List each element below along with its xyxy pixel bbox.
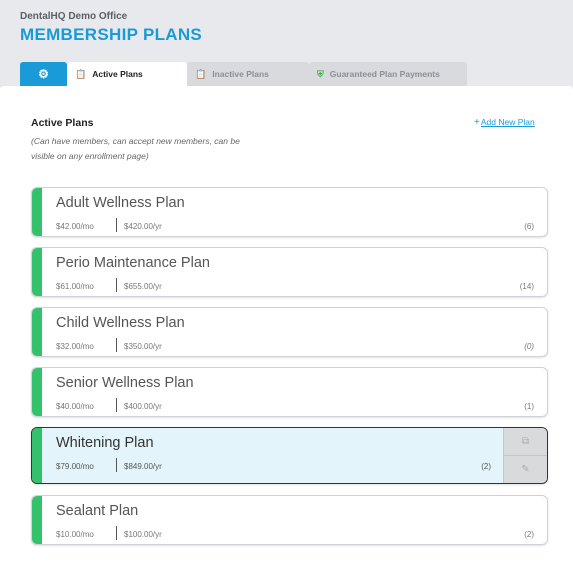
page-header: DentalHQ Demo Office MEMBERSHIP PLANS <box>20 11 202 45</box>
plan-yearly-price: $100.00/yr <box>124 530 162 539</box>
plan-name: Child Wellness Plan <box>56 315 185 331</box>
tab-label: Guaranteed Plan Payments <box>329 69 440 79</box>
tab-bar: ⚙ 📋 Active Plans 📋 Inactive Plans ⛨ Guar… <box>20 62 467 86</box>
copy-button[interactable]: ⧉ <box>504 428 547 456</box>
member-count: (1) <box>524 402 534 411</box>
price-divider <box>116 278 117 292</box>
plan-monthly-price: $61.00/mo <box>56 282 94 291</box>
plan-actions: ⧉ ✎ <box>503 428 547 483</box>
member-count: (14) <box>519 282 534 291</box>
price-divider <box>116 218 117 232</box>
add-new-plan-link[interactable]: +Add New Plan <box>474 117 535 128</box>
add-plan-label: Add New Plan <box>480 117 535 127</box>
plan-card[interactable]: Adult Wellness Plan $42.00/mo $420.00/yr… <box>31 187 548 237</box>
plan-card[interactable]: Perio Maintenance Plan $61.00/mo $655.00… <box>31 247 548 297</box>
plan-yearly-price: $350.00/yr <box>124 342 162 351</box>
plan-yearly-price: $400.00/yr <box>124 402 162 411</box>
member-count: (6) <box>524 222 534 231</box>
tab-inactive-plans[interactable]: 📋 Inactive Plans <box>187 62 309 86</box>
tab-guaranteed-payments[interactable]: ⛨ Guaranteed Plan Payments <box>309 62 467 86</box>
status-bar <box>32 496 42 544</box>
plan-card-selected[interactable]: Whitening Plan $79.00/mo $849.00/yr (2) … <box>31 427 548 484</box>
price-divider <box>116 526 117 540</box>
section-title: Active Plans <box>31 117 94 129</box>
plan-monthly-price: $32.00/mo <box>56 342 94 351</box>
clipboard-icon: 📋 <box>75 68 87 79</box>
plan-card[interactable]: Child Wellness Plan $32.00/mo $350.00/yr… <box>31 307 548 357</box>
office-name: DentalHQ Demo Office <box>20 11 128 22</box>
shield-check-icon: ⛨ <box>317 68 324 79</box>
status-bar <box>32 308 42 356</box>
plan-card[interactable]: Senior Wellness Plan $40.00/mo $400.00/y… <box>31 367 548 417</box>
plan-yearly-price: $420.00/yr <box>124 222 162 231</box>
member-count: (0) <box>524 342 534 351</box>
section-description: (Can have members, can accept new member… <box>31 136 240 161</box>
plan-card[interactable]: Sealant Plan $10.00/mo $100.00/yr (2) <box>31 495 548 545</box>
plan-name: Perio Maintenance Plan <box>56 255 210 271</box>
plan-name: Whitening Plan <box>56 435 154 451</box>
plan-yearly-price: $849.00/yr <box>124 462 162 471</box>
plus-icon: + <box>474 117 480 128</box>
status-bar <box>32 188 42 236</box>
pencil-icon: ✎ <box>521 463 530 475</box>
gear-icon: ⚙ <box>38 67 49 81</box>
tab-label: Active Plans <box>92 69 143 79</box>
plan-monthly-price: $10.00/mo <box>56 530 94 539</box>
status-bar <box>32 428 42 483</box>
plan-name: Adult Wellness Plan <box>56 195 185 211</box>
price-divider <box>116 398 117 412</box>
price-divider <box>116 458 117 472</box>
tab-active-plans[interactable]: 📋 Active Plans <box>67 62 187 86</box>
tab-settings[interactable]: ⚙ <box>20 62 67 86</box>
edit-button[interactable]: ✎ <box>504 456 547 484</box>
plan-monthly-price: $42.00/mo <box>56 222 94 231</box>
plans-panel: Active Plans (Can have members, can acce… <box>0 86 573 573</box>
plan-monthly-price: $79.00/mo <box>56 462 94 471</box>
plan-name: Senior Wellness Plan <box>56 375 194 391</box>
price-divider <box>116 338 117 352</box>
member-count: (2) <box>481 462 491 471</box>
member-count: (2) <box>524 530 534 539</box>
tab-label: Inactive Plans <box>212 69 269 79</box>
plan-yearly-price: $655.00/yr <box>124 282 162 291</box>
plan-name: Sealant Plan <box>56 503 139 519</box>
status-bar <box>32 368 42 416</box>
status-bar <box>32 248 42 296</box>
copy-icon: ⧉ <box>521 435 530 447</box>
page-title: MEMBERSHIP PLANS <box>20 25 203 44</box>
plan-monthly-price: $40.00/mo <box>56 402 94 411</box>
clipboard-icon: 📋 <box>195 68 207 79</box>
